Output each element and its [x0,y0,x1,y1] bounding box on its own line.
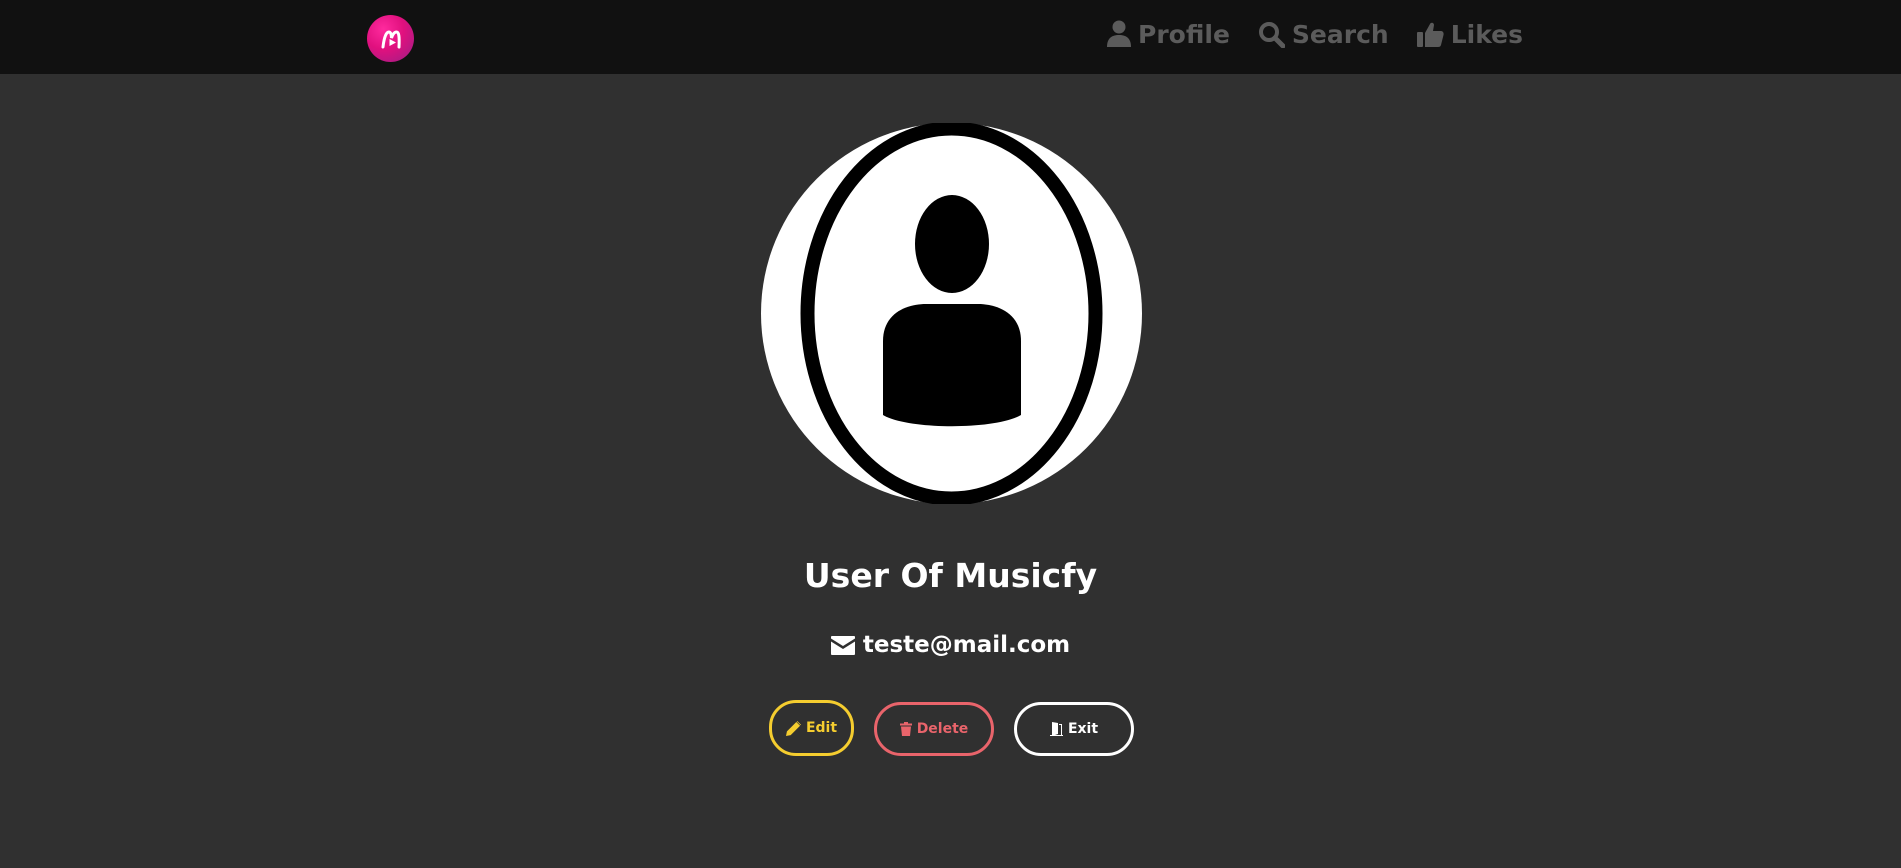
user-email-text: teste@mail.com [862,632,1071,658]
envelope-icon [830,635,855,655]
user-icon [1107,20,1132,47]
exit-button-label: Exit [1067,721,1099,737]
trash-icon [899,722,912,736]
nav-links: Profile Search Likes [1079,14,1523,54]
nav-link-label: Profile [1138,19,1230,49]
pencil-icon [785,720,801,736]
logo-play-icon [381,29,401,48]
musicfy-logo-icon[interactable] [367,15,414,62]
search-icon [1258,21,1285,48]
delete-button-label: Delete [916,721,969,737]
door-exit-icon [1049,722,1063,736]
delete-button[interactable]: Delete [874,702,994,756]
user-name: User Of Musicfy [803,556,1098,595]
nav-link-search[interactable]: Search [1258,20,1389,49]
edit-button-label: Edit [805,720,838,736]
user-email: teste@mail.com [0,632,1901,658]
nav-link-likes[interactable]: Likes [1416,19,1523,49]
nav-link-label: Search [1291,19,1389,49]
navbar: Profile Search Likes [0,0,1901,74]
nav-link-profile[interactable]: Profile [1107,20,1230,49]
edit-button[interactable]: Edit [769,700,854,756]
thumbs-up-icon [1416,22,1444,47]
user-avatar-icon [761,123,1142,504]
exit-button[interactable]: Exit [1014,702,1134,756]
nav-link-label: Likes [1450,19,1523,49]
